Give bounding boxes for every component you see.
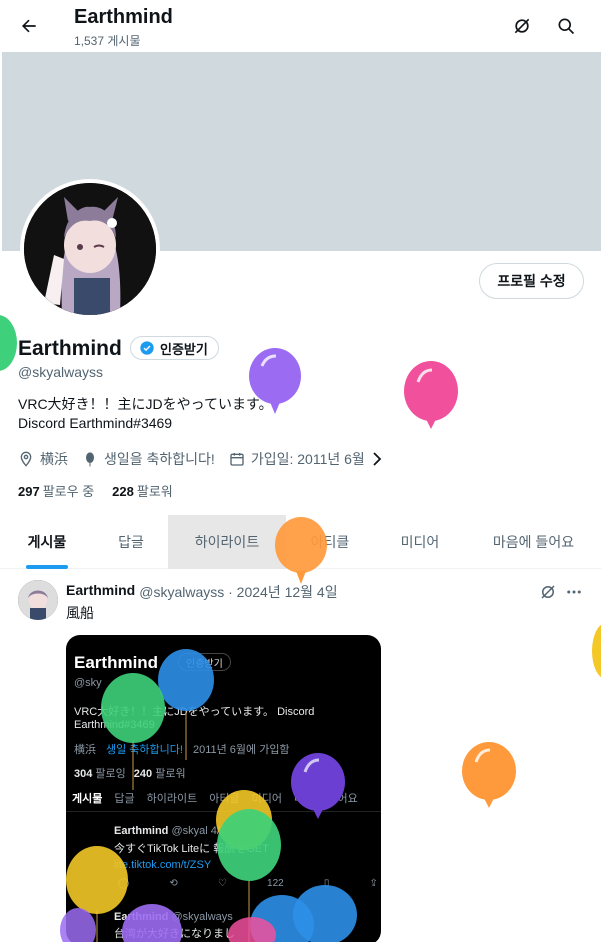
- media-badge: 인증받기: [178, 653, 231, 671]
- following-link[interactable]: 297 팔로우 중: [18, 481, 94, 500]
- media-post: Earthmind @skyal 4/06/16 今すぐTikTok Liteに…: [114, 825, 269, 871]
- edit-profile-button[interactable]: 프로필 수정: [479, 263, 584, 299]
- media-handle: @sky: [74, 677, 102, 689]
- top-bar: Earthmind 1,537 게시물: [0, 0, 601, 52]
- media-post2-author: Earthmind: [114, 911, 169, 923]
- media-meta: 横浜 생일 축하합니다! 2011년 6월에 가입함: [74, 741, 290, 757]
- profile-name: Earthmind: [18, 337, 122, 360]
- media-birthday: 생일 축하합니다!: [106, 744, 183, 756]
- joined-text: 가입일: 2011년 6월: [250, 451, 365, 467]
- media-name: Earthmind: [74, 653, 159, 672]
- media-follow: 304 팔로잉 240 팔로워: [74, 765, 186, 781]
- birthday-text: 생일을 축하합니다!: [104, 451, 215, 467]
- grok-icon[interactable]: [508, 12, 536, 40]
- media-tab: 하이라이트: [146, 793, 198, 805]
- post-author[interactable]: Earthmind: [66, 582, 135, 602]
- retweet-icon: ⟲: [169, 878, 178, 889]
- media-post-link: lite.tiktok.com/t/ZSY: [114, 859, 212, 871]
- media-post2-text: 台湾が大好きになりまし: [114, 928, 235, 940]
- follow-stats: 297 팔로우 중 228 팔로워: [18, 481, 173, 500]
- profile-bio: VRC大好き！！主にJDをやっています。 Discord Earthmind#3…: [18, 395, 273, 433]
- more-icon[interactable]: [562, 580, 586, 604]
- media-tab: 아티클: [209, 793, 240, 805]
- tab-replies[interactable]: 답글: [94, 515, 168, 569]
- media-bio2: Earthmind#3469: [74, 719, 155, 731]
- profile-meta: 横浜 생일을 축하합니다! 가입일: 2011년 6월: [18, 449, 383, 469]
- birthday-item[interactable]: 생일을 축하합니다!: [82, 449, 215, 469]
- post[interactable]: Earthmind @skyalwayss · 2024년 12월 4일 風船 …: [0, 570, 601, 942]
- media-tab: 마음에 들어요: [293, 793, 358, 805]
- tab-posts[interactable]: 게시물: [0, 515, 94, 569]
- views-count: 122: [267, 878, 284, 889]
- location-item: 横浜: [18, 449, 68, 469]
- get-verified-label: 인증받기: [160, 341, 208, 357]
- page-title: Earthmind: [74, 6, 173, 28]
- joined-item[interactable]: 가입일: 2011년 6월: [229, 449, 383, 469]
- media-following-label: 팔로잉: [95, 768, 126, 780]
- tab-media[interactable]: 미디어: [374, 515, 466, 569]
- media-post2-handle: @skyalways: [171, 911, 233, 923]
- post-meta[interactable]: @skyalwayss · 2024년 12월 4일: [139, 582, 337, 602]
- balloon-icon: [86, 452, 94, 467]
- search-icon[interactable]: [552, 12, 580, 40]
- back-arrow-icon[interactable]: [14, 11, 44, 41]
- verified-badge-icon: [140, 341, 154, 355]
- media-followers-label: 팔로워: [155, 768, 186, 780]
- post-count: 1,537 게시물: [74, 34, 141, 48]
- grok-icon[interactable]: [536, 580, 560, 604]
- followers-link[interactable]: 228 팔로워: [112, 481, 173, 500]
- followers-count: 228: [112, 484, 134, 499]
- bio-line: VRC大好き！！主にJDをやっています。: [18, 396, 273, 412]
- balloon-icon: [404, 361, 458, 429]
- post-header: Earthmind @skyalwayss · 2024년 12월 4일: [66, 582, 338, 602]
- location-text: 横浜: [40, 451, 68, 467]
- following-label: 팔로우 중: [42, 484, 95, 499]
- get-verified-button[interactable]: 인증받기: [130, 336, 219, 360]
- media-post-2: Earthmind @skyalways 台湾が大好きになりまし: [114, 911, 235, 941]
- media-tabs: 게시물 답글 하이라이트 아티클 미디어 마음에 들어요: [66, 790, 381, 812]
- like-icon: ♡: [217, 878, 227, 889]
- media-bio: VRC大好き！！主にJDをやっています。 Discord: [74, 706, 315, 718]
- share-icon: ⇪: [369, 878, 378, 889]
- media-location: 横浜: [74, 744, 96, 756]
- media-joined: 2011년 6월에 가입함: [192, 744, 290, 756]
- media-tab: 미디어: [251, 793, 282, 805]
- profile-avatar[interactable]: [20, 179, 160, 319]
- tab-highlights[interactable]: 하이라이트: [168, 515, 286, 569]
- post-avatar[interactable]: [18, 580, 58, 620]
- balloon-icon: [0, 315, 17, 371]
- profile-handle: @skyalwayss: [18, 364, 104, 380]
- following-count: 297: [18, 484, 40, 499]
- media-following: 304: [74, 768, 93, 780]
- media-post-text2: 報酬をGET: [213, 843, 269, 855]
- bookmark-icon: ▯: [323, 878, 330, 889]
- bio-line: Discord Earthmind#3469: [18, 415, 173, 431]
- chevron-right-icon: [373, 452, 382, 466]
- media-actions: ◯ ⟲ ♡ 122 ▯ ⇪: [118, 878, 378, 889]
- post-media-image[interactable]: Earthmind 인증받기 @sky VRC大好き！！主にJDをやっています。…: [66, 635, 381, 942]
- tab-articles[interactable]: 아티클: [286, 515, 374, 569]
- media-followers: 240: [133, 768, 153, 780]
- reply-icon: ◯: [118, 878, 130, 889]
- media-post-text: 今すぐTikTok Liteに: [114, 843, 211, 855]
- media-tab: 게시물: [72, 793, 103, 805]
- profile-tabs: 게시물 답글 하이라이트 아티클 미디어 마음에 들어요: [0, 515, 601, 569]
- calendar-icon: [230, 453, 244, 466]
- post-text: 風船: [66, 605, 94, 621]
- media-tab: 답글: [114, 793, 135, 805]
- location-icon: [20, 451, 32, 467]
- media-post-handle: @skyal: [171, 825, 208, 837]
- media-post-date: 4/06/16: [210, 825, 248, 837]
- followers-label: 팔로워: [136, 484, 173, 499]
- media-post-author: Earthmind: [114, 825, 169, 837]
- tab-likes[interactable]: 마음에 들어요: [466, 515, 601, 569]
